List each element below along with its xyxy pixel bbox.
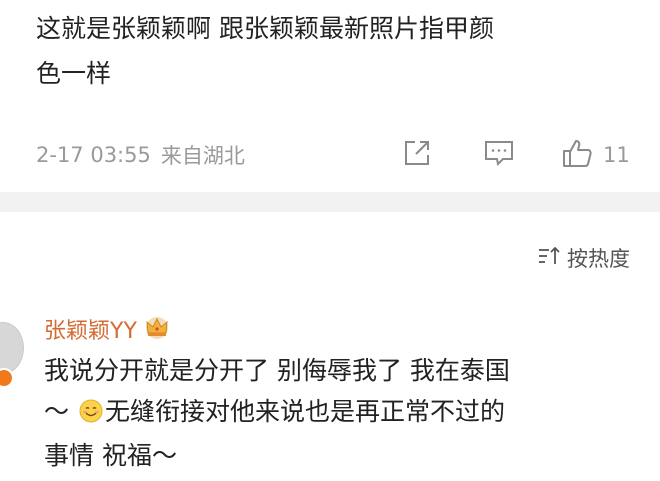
reply-text-line-1: 我说分开就是分开了 别侮辱我了 我在泰国 xyxy=(44,356,510,385)
post-text-line-2: 色一样 xyxy=(36,59,112,88)
avatar[interactable] xyxy=(0,322,24,374)
comment-button[interactable] xyxy=(483,138,515,172)
reply-text-line-2: ～ 无缝衔接对他来说也是再正常不过的 xyxy=(44,391,644,435)
like-count: 11 xyxy=(603,143,630,167)
post-timestamp: 2-17 03:55 xyxy=(36,143,151,167)
share-icon xyxy=(402,138,432,172)
crown-icon xyxy=(143,314,171,344)
sort-label: 按热度 xyxy=(567,247,630,271)
post-location: 来自湖北 xyxy=(160,144,245,168)
reply-text-line-2-prefix: ～ xyxy=(44,397,70,426)
share-button[interactable] xyxy=(402,138,432,172)
reply-text-line-3: 事情 祝福～ xyxy=(44,441,177,470)
thumbs-up-icon xyxy=(561,137,593,173)
reply-username[interactable]: 张颖颖YY xyxy=(44,313,137,345)
verified-badge-icon xyxy=(0,368,14,388)
comment-icon xyxy=(483,138,515,172)
post-text-line-1: 这就是张颖颖啊 跟张颖颖最新照片指甲颜 xyxy=(36,14,494,43)
sort-icon xyxy=(537,244,563,272)
sort-button[interactable]: 按热度 xyxy=(537,243,630,273)
reply-text-line-2-rest: 无缝衔接对他来说也是再正常不过的 xyxy=(104,397,505,426)
smile-emoji-icon xyxy=(79,394,103,435)
reply-header: 张颖颖YY xyxy=(44,312,171,346)
reply-body: 我说分开就是分开了 别侮辱我了 我在泰国 ～ 无缝衔接对他来说也是再正常不过的 … xyxy=(44,350,644,476)
post-body: 这就是张颖颖啊 跟张颖颖最新照片指甲颜 色一样 xyxy=(36,6,636,96)
post-meta: 2-17 03:55 来自湖北 xyxy=(36,138,245,172)
like-button[interactable]: 11 xyxy=(561,138,630,172)
section-divider xyxy=(0,192,660,212)
